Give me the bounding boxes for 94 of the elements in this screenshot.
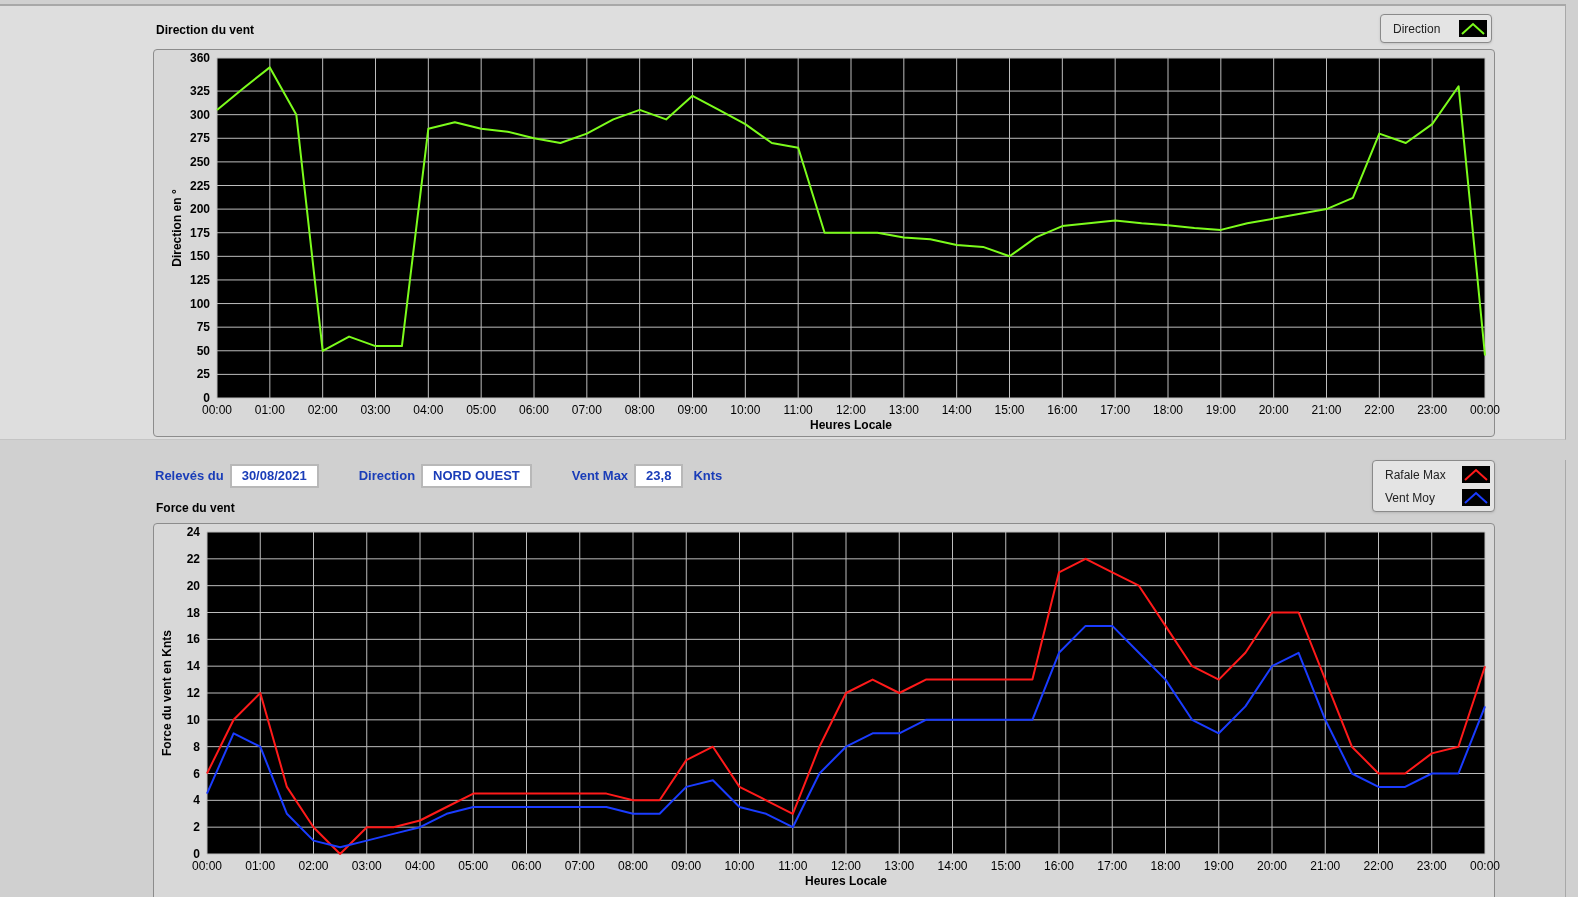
axis-tick-label: 50 bbox=[196, 343, 210, 358]
axis-tick-label: 04:00 bbox=[405, 859, 435, 873]
axis-tick-label: 18:00 bbox=[1150, 859, 1181, 873]
axis-tick-label: 10:00 bbox=[724, 859, 755, 873]
axis-tick-label: 09:00 bbox=[671, 859, 702, 873]
axis-tick-label: 07:00 bbox=[571, 403, 602, 417]
legend-label: Rafale Max bbox=[1385, 466, 1446, 484]
axis-tick-label: 11:00 bbox=[778, 859, 808, 873]
axis-tick-label: 150 bbox=[189, 249, 210, 264]
axis-title: Direction en ° bbox=[170, 189, 184, 267]
axis-tick-label: 00:00 bbox=[192, 859, 222, 873]
axis-tick-label: 200 bbox=[189, 202, 210, 217]
axis-tick-label: 325 bbox=[189, 84, 210, 99]
axis-tick-label: 20:00 bbox=[1258, 403, 1289, 417]
axis-tick-label: 04:00 bbox=[413, 403, 444, 417]
axis-tick-label: 16:00 bbox=[1047, 403, 1078, 417]
axis-tick-label: 23:00 bbox=[1416, 859, 1447, 873]
axis-tick-label: 18 bbox=[186, 605, 200, 620]
axis-tick-label: 13:00 bbox=[884, 859, 915, 873]
axis-tick-label: 18:00 bbox=[1153, 403, 1183, 417]
axis-tick-label: 250 bbox=[189, 154, 210, 169]
axis-tick-label: 4 bbox=[193, 793, 200, 808]
axis-tick-label: 12:00 bbox=[831, 859, 861, 873]
axis-tick-label: 17:00 bbox=[1097, 859, 1128, 873]
axis-tick-label: 00:00 bbox=[202, 403, 232, 417]
axis-tick-label: 0 bbox=[193, 847, 200, 861]
axis-title: Force du vent en Knts bbox=[160, 630, 174, 756]
axis-tick-label: 25 bbox=[196, 367, 210, 382]
axis-tick-label: 23:00 bbox=[1417, 403, 1448, 417]
axis-tick-label: 06:00 bbox=[519, 403, 549, 417]
axis-tick-label: 03:00 bbox=[360, 403, 391, 417]
axis-tick-label: 100 bbox=[189, 296, 210, 311]
axis-tick-label: 15:00 bbox=[994, 403, 1025, 417]
axis-tick-label: 360 bbox=[189, 51, 210, 65]
value-field: NORD OUEST bbox=[421, 464, 532, 488]
axis-tick-label: 22:00 bbox=[1364, 403, 1395, 417]
field-label: Vent Max bbox=[571, 467, 629, 486]
axis-tick-label: 09:00 bbox=[677, 403, 708, 417]
axis-tick-label: 17:00 bbox=[1100, 403, 1131, 417]
axis-tick-label: 2 bbox=[193, 820, 200, 835]
axis-title: Heures Locale bbox=[805, 874, 887, 888]
field-label: Relevés du bbox=[155, 467, 224, 486]
axis-tick-label: 225 bbox=[189, 178, 210, 193]
axis-tick-label: 75 bbox=[196, 320, 210, 335]
axis-tick-label: 03:00 bbox=[351, 859, 382, 873]
axis-tick-label: 01:00 bbox=[245, 859, 276, 873]
axis-tick-label: 10:00 bbox=[730, 403, 761, 417]
value-field: 30/08/2021 bbox=[229, 464, 319, 488]
axis-tick-label: 02:00 bbox=[307, 403, 338, 417]
axis-tick-label: 24 bbox=[186, 525, 200, 539]
axis-tick-label: 14 bbox=[186, 659, 200, 674]
axis-tick-label: 19:00 bbox=[1203, 859, 1234, 873]
axis-tick-label: 06:00 bbox=[511, 859, 542, 873]
axis-tick-label: 21:00 bbox=[1311, 403, 1342, 417]
axis-tick-label: 05:00 bbox=[458, 859, 489, 873]
axis-tick-label: 15:00 bbox=[990, 859, 1021, 873]
axis-tick-label: 16 bbox=[186, 632, 200, 647]
axis-tick-label: 300 bbox=[189, 107, 210, 122]
chart-title: Force du vent bbox=[156, 501, 235, 515]
axis-tick-label: 275 bbox=[189, 131, 210, 146]
axis-tick-label: 125 bbox=[189, 272, 210, 287]
axis-tick-label: 01:00 bbox=[254, 403, 285, 417]
axis-tick-label: 22 bbox=[186, 551, 200, 566]
legend-label: Direction bbox=[1393, 20, 1441, 38]
axis-tick-label: 8 bbox=[193, 739, 200, 754]
chart-title: Direction du vent bbox=[156, 22, 254, 39]
axis-tick-label: 19:00 bbox=[1205, 403, 1236, 417]
axis-tick-label: 12 bbox=[186, 686, 200, 700]
axis-tick-label: 22:00 bbox=[1363, 859, 1394, 873]
axis-tick-label: 13:00 bbox=[888, 403, 919, 417]
axis-tick-label: 6 bbox=[193, 766, 200, 781]
axis-tick-label: 20 bbox=[186, 578, 200, 593]
unit-label: Knts bbox=[693, 467, 723, 486]
axis-tick-label: 02:00 bbox=[298, 859, 329, 873]
axis-tick-label: 08:00 bbox=[624, 403, 655, 417]
axis-tick-label: 08:00 bbox=[618, 859, 648, 873]
axis-tick-label: 05:00 bbox=[466, 403, 497, 417]
axis-tick-label: 07:00 bbox=[564, 859, 595, 873]
legend-label: Vent Moy bbox=[1385, 489, 1436, 507]
axis-tick-label: 16:00 bbox=[1044, 859, 1074, 873]
axis-tick-label: 14:00 bbox=[937, 859, 968, 873]
field-label: Direction bbox=[358, 467, 416, 486]
axis-tick-label: 00:00 bbox=[1470, 859, 1500, 873]
axis-tick-label: 14:00 bbox=[941, 403, 972, 417]
value-field: 23,8 bbox=[634, 464, 684, 488]
axis-tick-label: 11:00 bbox=[783, 403, 813, 417]
axis-tick-label: 175 bbox=[189, 225, 210, 240]
axis-tick-label: 00:00 bbox=[1470, 403, 1500, 417]
axis-tick-label: 21:00 bbox=[1310, 859, 1341, 873]
axis-tick-label: 0 bbox=[203, 391, 210, 405]
axis-tick-label: 20:00 bbox=[1257, 859, 1287, 873]
axis-tick-label: 12:00 bbox=[836, 403, 866, 417]
axis-tick-label: 10 bbox=[186, 712, 200, 727]
axis-title: Heures Locale bbox=[810, 418, 892, 432]
